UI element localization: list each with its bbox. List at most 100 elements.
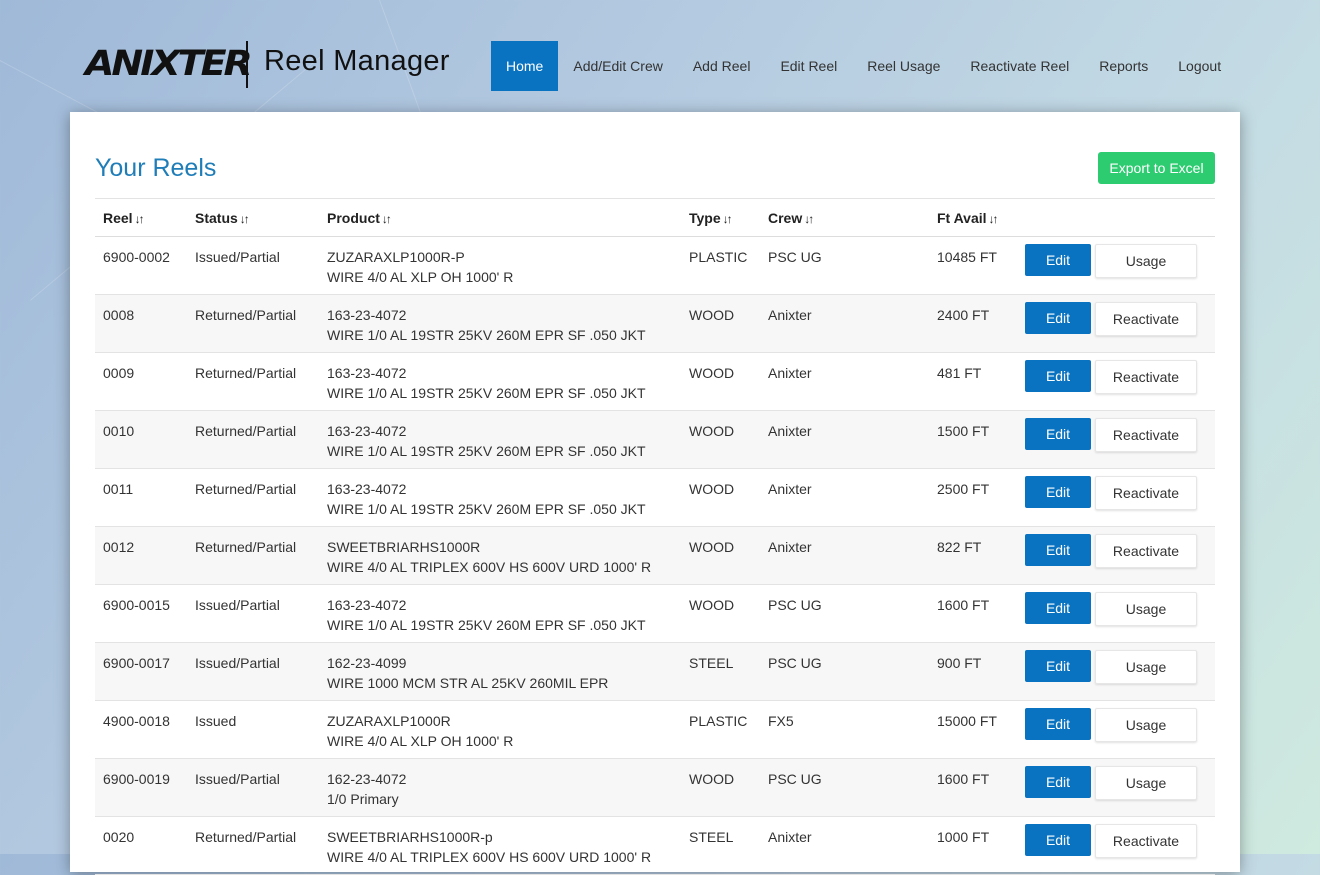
cell-actions: Edit Usage: [1025, 700, 1215, 759]
reels-card: Your Reels Export to Excel Reel ↓↑ Status…: [70, 112, 1240, 875]
sort-icon: ↓↑: [134, 211, 145, 226]
table-row: 6900-0015 Issued/Partial 163-23-4072 WIRE 1…: [95, 584, 1215, 643]
row-action-button[interactable]: Usage: [1095, 244, 1197, 278]
product-description: WIRE 4/0 AL TRIPLEX 600V HS 600V URD 100…: [327, 559, 652, 575]
cell-status: Issued/Partial: [187, 758, 319, 817]
cell-reel: 0010: [95, 410, 187, 469]
edit-button[interactable]: Edit: [1025, 650, 1091, 682]
cell-reel: 0008: [95, 294, 187, 353]
edit-button[interactable]: Edit: [1025, 592, 1091, 624]
product-code: 163-23-4072: [327, 423, 407, 439]
nav-reports[interactable]: Reports: [1084, 41, 1163, 91]
main-nav: Home Add/Edit Crew Add Reel Edit Reel Re…: [491, 41, 1236, 91]
cell-product: 163-23-4072 WIRE 1/0 AL 19STR 25KV 260M E…: [319, 410, 681, 469]
product-description: WIRE 4/0 AL TRIPLEX 600V HS 600V URD 100…: [327, 849, 652, 865]
sort-icon: ↓↑: [239, 211, 250, 226]
edit-button[interactable]: Edit: [1025, 418, 1091, 450]
row-action-button[interactable]: Reactivate: [1095, 360, 1197, 394]
cell-status: Returned/Partial: [187, 526, 319, 585]
nav-home[interactable]: Home: [491, 41, 559, 91]
logo-divider: [246, 41, 248, 88]
nav-add-edit-crew[interactable]: Add/Edit Crew: [558, 41, 677, 91]
cell-type: STEEL: [681, 816, 760, 875]
column-header-actions: [1025, 198, 1215, 237]
table-row: 4900-0018 Issued ZUZARAXLP1000R WIRE 4/0 AL…: [95, 700, 1215, 759]
sort-icon: ↓↑: [381, 211, 392, 226]
cell-crew: PSC UG: [760, 642, 929, 701]
cell-ft-avail: 1500 FT: [929, 410, 1025, 469]
cell-crew: Anixter: [760, 352, 929, 411]
cell-reel: 6900-0002: [95, 236, 187, 295]
column-header-reel[interactable]: Reel ↓↑: [95, 198, 187, 237]
row-action-button[interactable]: Usage: [1095, 766, 1197, 800]
edit-button[interactable]: Edit: [1025, 360, 1091, 392]
cell-type: STEEL: [681, 642, 760, 701]
cell-status: Issued/Partial: [187, 236, 319, 295]
edit-button[interactable]: Edit: [1025, 534, 1091, 566]
edit-button[interactable]: Edit: [1025, 824, 1091, 856]
sort-icon: ↓↑: [988, 211, 999, 226]
cell-type: WOOD: [681, 410, 760, 469]
product-code: SWEETBRIARHS1000R: [327, 539, 481, 555]
nav-logout[interactable]: Logout: [1163, 41, 1236, 91]
reels-table: Reel ↓↑ Status ↓↑ Product ↓↑ Type ↓↑ Crew ↓↑ …: [95, 198, 1215, 875]
cell-crew: PSC UG: [760, 584, 929, 643]
cell-actions: Edit Reactivate: [1025, 352, 1215, 411]
table-header-row: Reel ↓↑ Status ↓↑ Product ↓↑ Type ↓↑ Crew ↓↑ …: [95, 198, 1215, 237]
row-action-button[interactable]: Reactivate: [1095, 534, 1197, 568]
anixter-logo[interactable]: ANIXTER: [85, 43, 253, 83]
edit-button[interactable]: Edit: [1025, 766, 1091, 798]
cell-reel: 4900-0018: [95, 700, 187, 759]
nav-edit-reel[interactable]: Edit Reel: [765, 41, 852, 91]
column-header-type[interactable]: Type ↓↑: [681, 198, 760, 237]
product-code: 162-23-4099: [327, 655, 407, 671]
export-to-excel-button[interactable]: Export to Excel: [1098, 152, 1215, 184]
product-code: 163-23-4072: [327, 481, 407, 497]
cell-ft-avail: 2400 FT: [929, 294, 1025, 353]
cell-reel: 0011: [95, 468, 187, 527]
product-description: WIRE 4/0 AL XLP OH 1000' R: [327, 269, 514, 285]
cell-crew: Anixter: [760, 294, 929, 353]
nav-reel-usage[interactable]: Reel Usage: [852, 41, 955, 91]
edit-button[interactable]: Edit: [1025, 476, 1091, 508]
cell-crew: Anixter: [760, 526, 929, 585]
cell-status: Returned/Partial: [187, 352, 319, 411]
row-action-button[interactable]: Reactivate: [1095, 824, 1197, 858]
column-header-crew[interactable]: Crew ↓↑: [760, 198, 929, 237]
edit-button[interactable]: Edit: [1025, 244, 1091, 276]
site-header: ANIXTER Reel Manager Home Add/Edit Crew …: [0, 0, 1320, 112]
product-code: ZUZARAXLP1000R-P: [327, 249, 465, 265]
row-action-button[interactable]: Usage: [1095, 650, 1197, 684]
row-action-button[interactable]: Usage: [1095, 592, 1197, 626]
cell-type: PLASTIC: [681, 700, 760, 759]
row-action-button[interactable]: Reactivate: [1095, 418, 1197, 452]
row-action-button[interactable]: Usage: [1095, 708, 1197, 742]
cell-ft-avail: 822 FT: [929, 526, 1025, 585]
product-description: WIRE 1000 MCM STR AL 25KV 260MIL EPR: [327, 675, 609, 691]
cell-product: 162-23-4072 1/0 Primary: [319, 758, 681, 817]
column-header-product[interactable]: Product ↓↑: [319, 198, 681, 237]
cell-reel: 6900-0015: [95, 584, 187, 643]
row-action-button[interactable]: Reactivate: [1095, 302, 1197, 336]
edit-button[interactable]: Edit: [1025, 708, 1091, 740]
product-description: WIRE 1/0 AL 19STR 25KV 260M EPR SF .050 …: [327, 385, 646, 401]
cell-product: 163-23-4072 WIRE 1/0 AL 19STR 25KV 260M E…: [319, 584, 681, 643]
cell-ft-avail: 15000 FT: [929, 700, 1025, 759]
cell-crew: PSC UG: [760, 236, 929, 295]
cell-type: PLASTIC: [681, 236, 760, 295]
row-action-button[interactable]: Reactivate: [1095, 476, 1197, 510]
table-row: 0020 Returned/Partial SWEETBRIARHS1000R-p W…: [95, 816, 1215, 875]
edit-button[interactable]: Edit: [1025, 302, 1091, 334]
cell-actions: Edit Usage: [1025, 642, 1215, 701]
nav-add-reel[interactable]: Add Reel: [678, 41, 766, 91]
cell-crew: Anixter: [760, 816, 929, 875]
cell-reel: 0020: [95, 816, 187, 875]
column-header-status[interactable]: Status ↓↑: [187, 198, 319, 237]
column-header-ft-avail[interactable]: Ft Avail ↓↑: [929, 198, 1025, 237]
nav-reactivate-reel[interactable]: Reactivate Reel: [955, 41, 1084, 91]
table-row: 0011 Returned/Partial 163-23-4072 WIRE 1/0 …: [95, 468, 1215, 527]
table-row: 6900-0017 Issued/Partial 162-23-4099 WIRE 1…: [95, 642, 1215, 701]
product-description: WIRE 4/0 AL XLP OH 1000' R: [327, 733, 514, 749]
table-row: 0008 Returned/Partial 163-23-4072 WIRE 1/0 …: [95, 294, 1215, 353]
sort-icon: ↓↑: [804, 211, 814, 226]
